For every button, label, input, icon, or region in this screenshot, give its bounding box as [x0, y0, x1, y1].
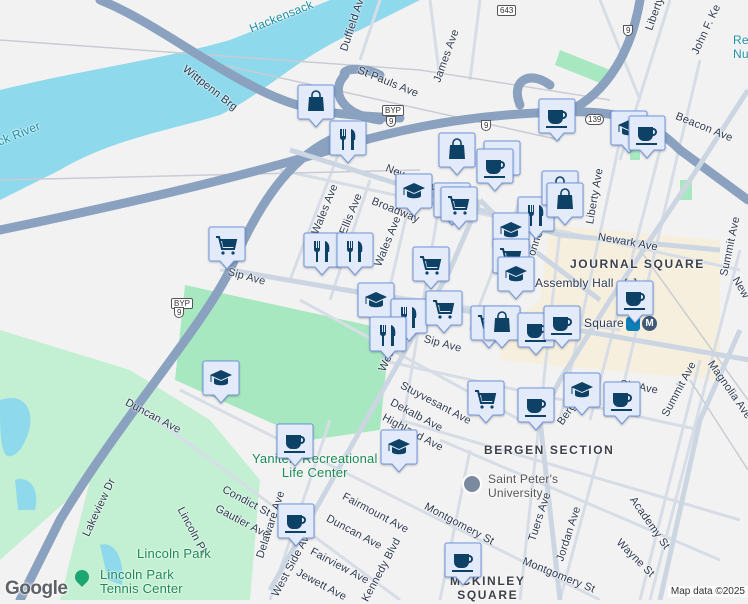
- shopping-cart-icon: [208, 226, 246, 270]
- coffee-cup-icon: [444, 542, 482, 586]
- coffee-cup-icon: [616, 280, 654, 324]
- label-yanitelli[interactable]: Yanitelli Recreational Life Center: [252, 452, 378, 480]
- poi-marker-school[interactable]: [395, 173, 433, 219]
- label-bergen-section: BERGEN SECTION: [484, 443, 615, 457]
- shopping-bag-icon: [438, 132, 476, 176]
- coffee-cup-icon: [277, 503, 315, 547]
- coffee-cup-icon: [603, 381, 641, 425]
- poi-marker-school[interactable]: [202, 360, 240, 406]
- coffee-cup-icon: [628, 115, 666, 159]
- poi-marker-cafe[interactable]: [543, 305, 581, 351]
- route-shield-643: 643: [497, 5, 517, 16]
- coffee-cup-icon: [517, 387, 555, 431]
- label-lincoln-park[interactable]: Lincoln Park: [137, 546, 211, 561]
- poi-marker-cafe[interactable]: [603, 381, 641, 427]
- poi-marker-cafe[interactable]: [628, 115, 666, 161]
- label-tennis-center[interactable]: Lincoln Park Tennis Center: [100, 568, 183, 596]
- route-shield-139: 139: [585, 114, 605, 125]
- poi-marker-cafe[interactable]: [616, 280, 654, 326]
- shopping-cart-icon: [425, 290, 463, 334]
- poi-marker-restaurant[interactable]: [369, 316, 407, 362]
- label-rec-num: Re Num: [733, 33, 748, 61]
- poi-marker-grocery[interactable]: [425, 290, 463, 336]
- poi-marker-cafe[interactable]: [538, 98, 576, 144]
- shopping-cart-icon: [440, 186, 478, 230]
- poi-marker-cafe[interactable]: [517, 387, 555, 433]
- fork-knife-icon: [369, 316, 407, 360]
- shopping-cart-icon: [467, 380, 505, 424]
- poi-marker-grocery[interactable]: [412, 246, 450, 292]
- route-shield-byp: BYP: [382, 105, 405, 116]
- poi-marker-shopping[interactable]: [546, 182, 584, 228]
- label-journal-square: JOURNAL SQUARE: [570, 257, 705, 271]
- graduation-cap-icon: [380, 429, 418, 473]
- fork-knife-icon: [329, 120, 367, 164]
- fork-knife-icon: [336, 232, 374, 276]
- graduation-cap-icon: [395, 173, 433, 217]
- poi-marker-shopping[interactable]: [438, 132, 476, 178]
- university-icon[interactable]: [462, 474, 482, 494]
- poi-marker-grocery[interactable]: [440, 186, 478, 232]
- graduation-cap-icon: [497, 256, 535, 300]
- poi-marker-cafe[interactable]: [277, 503, 315, 549]
- poi-marker-school[interactable]: [380, 429, 418, 475]
- shopping-bag-icon: [483, 305, 521, 349]
- shopping-bag-icon: [546, 182, 584, 226]
- graduation-cap-icon: [563, 372, 601, 416]
- shopping-cart-icon: [412, 246, 450, 290]
- poi-marker-shopping[interactable]: [483, 305, 521, 351]
- poi-marker-restaurant[interactable]: [329, 120, 367, 166]
- poi-marker-restaurant[interactable]: [336, 232, 374, 278]
- poi-marker-grocery[interactable]: [467, 380, 505, 426]
- coffee-cup-icon: [276, 423, 314, 467]
- map-data-attribution[interactable]: Map data ©2025: [667, 586, 748, 597]
- poi-marker-cafe[interactable]: [276, 423, 314, 469]
- poi-marker-cafe[interactable]: [476, 148, 514, 194]
- graduation-cap-icon: [202, 360, 240, 404]
- coffee-cup-icon: [543, 305, 581, 349]
- coffee-cup-icon: [538, 98, 576, 142]
- poi-marker-school[interactable]: [563, 372, 601, 418]
- google-logo: Google: [5, 578, 68, 599]
- coffee-cup-icon: [476, 148, 514, 192]
- poi-marker-grocery[interactable]: [208, 226, 246, 272]
- poi-marker-school[interactable]: [497, 256, 535, 302]
- poi-marker-cafe[interactable]: [444, 542, 482, 588]
